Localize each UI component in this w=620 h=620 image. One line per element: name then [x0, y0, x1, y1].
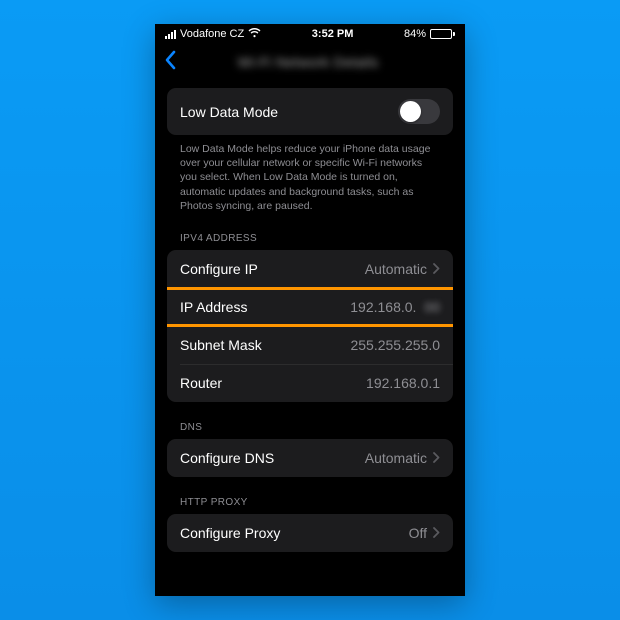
router-label: Router — [180, 375, 222, 391]
status-right: 84% — [404, 28, 455, 40]
chevron-right-icon — [433, 261, 440, 277]
status-bar: Vodafone CZ 3:52 PM 84% — [155, 24, 465, 42]
configure-proxy-label: Configure Proxy — [180, 525, 280, 541]
configure-dns-row[interactable]: Configure DNS Automatic — [167, 439, 453, 477]
ipv4-group: Configure IP Automatic IP Address 192.16… — [167, 250, 453, 402]
phone-frame: Vodafone CZ 3:52 PM 84% Wi-Fi Network De… — [155, 24, 465, 596]
status-time: 3:52 PM — [312, 28, 354, 40]
status-left: Vodafone CZ — [165, 28, 261, 41]
low-data-mode-toggle[interactable] — [398, 99, 440, 124]
proxy-section-header: HTTP PROXY — [167, 477, 453, 514]
ip-address-row: IP Address 192.168.0. 00 — [167, 288, 453, 326]
signal-icon — [165, 29, 176, 39]
dns-group: Configure DNS Automatic — [167, 439, 453, 477]
chevron-right-icon — [433, 450, 440, 466]
carrier-label: Vodafone CZ — [180, 28, 244, 40]
configure-ip-row[interactable]: Configure IP Automatic — [167, 250, 453, 288]
low-data-description: Low Data Mode helps reduce your iPhone d… — [167, 135, 453, 213]
low-data-mode-label: Low Data Mode — [180, 104, 278, 120]
dns-section-header: DNS — [167, 402, 453, 439]
router-value: 192.168.0.1 — [366, 375, 440, 391]
ip-address-blurred: 00 — [424, 299, 440, 315]
ipv4-section-header: IPV4 ADDRESS — [167, 213, 453, 250]
content: Low Data Mode Low Data Mode helps reduce… — [155, 88, 465, 552]
subnet-mask-row: Subnet Mask 255.255.255.0 — [167, 326, 453, 364]
ip-address-value: 192.168.0. — [350, 299, 416, 315]
configure-dns-label: Configure DNS — [180, 450, 274, 466]
configure-ip-value: Automatic — [365, 261, 427, 277]
chevron-right-icon — [433, 525, 440, 541]
page-title: Wi-Fi Network Details — [159, 54, 457, 70]
proxy-group: Configure Proxy Off — [167, 514, 453, 552]
nav-bar: Wi-Fi Network Details — [155, 42, 465, 82]
wifi-icon — [248, 28, 261, 41]
low-data-mode-row[interactable]: Low Data Mode — [167, 88, 453, 135]
battery-percent: 84% — [404, 28, 426, 40]
configure-dns-value: Automatic — [365, 450, 427, 466]
subnet-mask-value: 255.255.255.0 — [350, 337, 440, 353]
ip-address-label: IP Address — [180, 299, 247, 315]
configure-proxy-row[interactable]: Configure Proxy Off — [167, 514, 453, 552]
battery-icon — [430, 29, 455, 39]
configure-proxy-value: Off — [409, 525, 427, 541]
subnet-mask-label: Subnet Mask — [180, 337, 262, 353]
configure-ip-label: Configure IP — [180, 261, 258, 277]
router-row: Router 192.168.0.1 — [167, 364, 453, 402]
